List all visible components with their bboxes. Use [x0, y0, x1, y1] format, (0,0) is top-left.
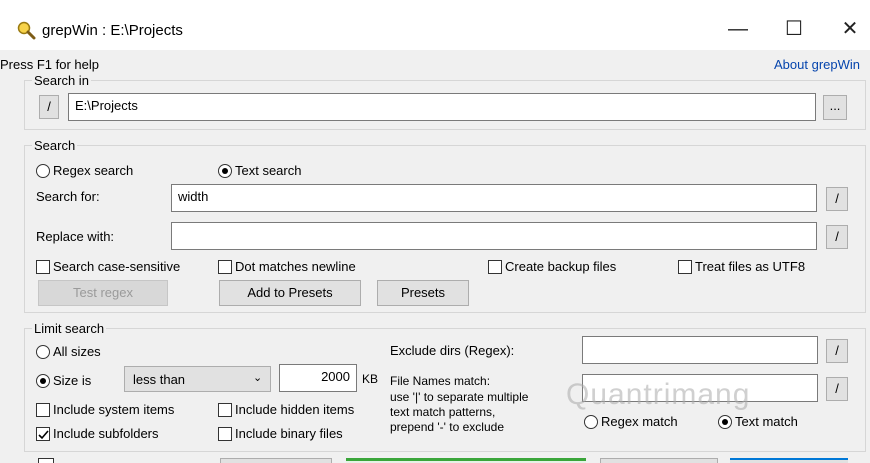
help-text: Press F1 for help [0, 57, 99, 72]
chevron-down-icon: ⌄ [253, 372, 263, 384]
text-match-label: Text match [735, 414, 798, 430]
backup-label: Create backup files [505, 259, 617, 275]
dot-newline-checkbox[interactable]: Dot matches newline [218, 258, 356, 274]
checkmark-icon [38, 430, 49, 439]
text-search-radio-circle[interactable] [218, 163, 232, 178]
exclude-dirs-label: Exclude dirs (Regex): [390, 343, 515, 358]
file-names-hint-2: text match patterns, [390, 405, 496, 419]
regex-match-label: Regex match [601, 414, 678, 430]
maximize-button[interactable]: ☐ [774, 14, 814, 44]
replace-regex-button[interactable]: / [826, 225, 848, 249]
file-names-regex-button[interactable]: / [826, 377, 848, 401]
text-search-label: Text search [235, 163, 302, 179]
system-items-checkbox[interactable]: Include system items [36, 401, 174, 417]
all-sizes-label: All sizes [53, 344, 101, 360]
search-for-label: Search for: [36, 189, 100, 204]
search-group-label: Search [32, 138, 78, 153]
backup-box[interactable] [488, 259, 502, 274]
file-names-hint-3: prepend '-' to exclude [390, 420, 504, 434]
all-sizes-radio[interactable]: All sizes [36, 343, 101, 359]
regex-search-radio[interactable]: Regex search [36, 162, 133, 178]
limit-search-label: Limit search [32, 321, 107, 336]
file-names-hint-1: use '|' to separate multiple [390, 390, 529, 404]
hidden-items-checkbox[interactable]: Include hidden items [218, 401, 354, 417]
search-path-input[interactable]: E:\Projects [68, 93, 816, 121]
hidden-items-label: Include hidden items [235, 402, 355, 418]
system-items-box[interactable] [36, 402, 50, 417]
binary-files-checkbox[interactable]: Include binary files [218, 425, 343, 441]
regex-search-label: Regex search [53, 163, 134, 179]
app-magnifier-icon [17, 21, 36, 40]
search-in-label: Search in [32, 73, 91, 88]
size-unit-label: KB [362, 372, 379, 386]
search-for-input[interactable]: width [171, 184, 817, 212]
size-is-label: Size is [53, 373, 92, 389]
dot-newline-box[interactable] [218, 259, 232, 274]
path-slash-button[interactable]: / [39, 95, 59, 119]
bottom-button-partial-3[interactable] [730, 458, 848, 463]
dot-newline-label: Dot matches newline [235, 259, 356, 275]
size-is-radio[interactable]: Size is [36, 372, 91, 388]
utf8-label: Treat files as UTF8 [695, 259, 806, 275]
regex-search-radio-circle[interactable] [36, 163, 50, 178]
subfolders-box[interactable] [36, 426, 50, 441]
hidden-items-box[interactable] [218, 402, 232, 417]
size-is-radio-circle[interactable] [36, 373, 50, 388]
add-to-presets-button[interactable]: Add to Presets [219, 280, 361, 306]
bottom-checkbox-partial[interactable] [38, 458, 54, 463]
case-sensitive-box[interactable] [36, 259, 50, 274]
size-operator-select[interactable]: less than ⌄ [124, 366, 271, 392]
file-names-title: File Names match: [390, 374, 491, 388]
regex-match-radio-circle[interactable] [584, 414, 598, 429]
bottom-button-partial-2[interactable] [600, 458, 718, 463]
text-match-radio-circle[interactable] [718, 414, 732, 429]
about-link[interactable]: About grepWin [774, 57, 860, 72]
case-sensitive-label: Search case-sensitive [53, 259, 181, 275]
text-match-radio[interactable]: Text match [718, 413, 798, 429]
regex-match-radio[interactable]: Regex match [584, 413, 678, 429]
binary-files-label: Include binary files [235, 426, 343, 442]
window-title: grepWin : E:\Projects [42, 22, 183, 39]
subfolders-label: Include subfolders [53, 426, 159, 442]
replace-with-input[interactable] [171, 222, 817, 250]
exclude-dirs-regex-button[interactable]: / [826, 339, 848, 363]
all-sizes-radio-circle[interactable] [36, 344, 50, 359]
text-search-radio[interactable]: Text search [218, 162, 301, 178]
utf8-checkbox[interactable]: Treat files as UTF8 [678, 258, 805, 274]
browse-button[interactable]: ... [823, 95, 847, 120]
watermark-logo: Quantrimang [566, 378, 751, 411]
backup-checkbox[interactable]: Create backup files [488, 258, 616, 274]
close-button[interactable]: ✕ [830, 14, 870, 44]
minimize-button[interactable]: — [718, 14, 758, 44]
test-regex-button[interactable]: Test regex [38, 280, 168, 306]
bottom-button-partial-1[interactable] [220, 458, 332, 463]
search-for-regex-button[interactable]: / [826, 187, 848, 211]
bottom-progress-partial [346, 458, 586, 463]
system-items-label: Include system items [53, 402, 175, 418]
size-value-input[interactable]: 2000 [279, 364, 357, 392]
replace-with-label: Replace with: [36, 229, 115, 244]
subfolders-checkbox[interactable]: Include subfolders [36, 425, 159, 441]
utf8-box[interactable] [678, 259, 692, 274]
presets-button[interactable]: Presets [377, 280, 469, 306]
size-operator-value: less than [133, 372, 186, 387]
case-sensitive-checkbox[interactable]: Search case-sensitive [36, 258, 180, 274]
binary-files-box[interactable] [218, 426, 232, 441]
exclude-dirs-input[interactable] [582, 336, 818, 364]
